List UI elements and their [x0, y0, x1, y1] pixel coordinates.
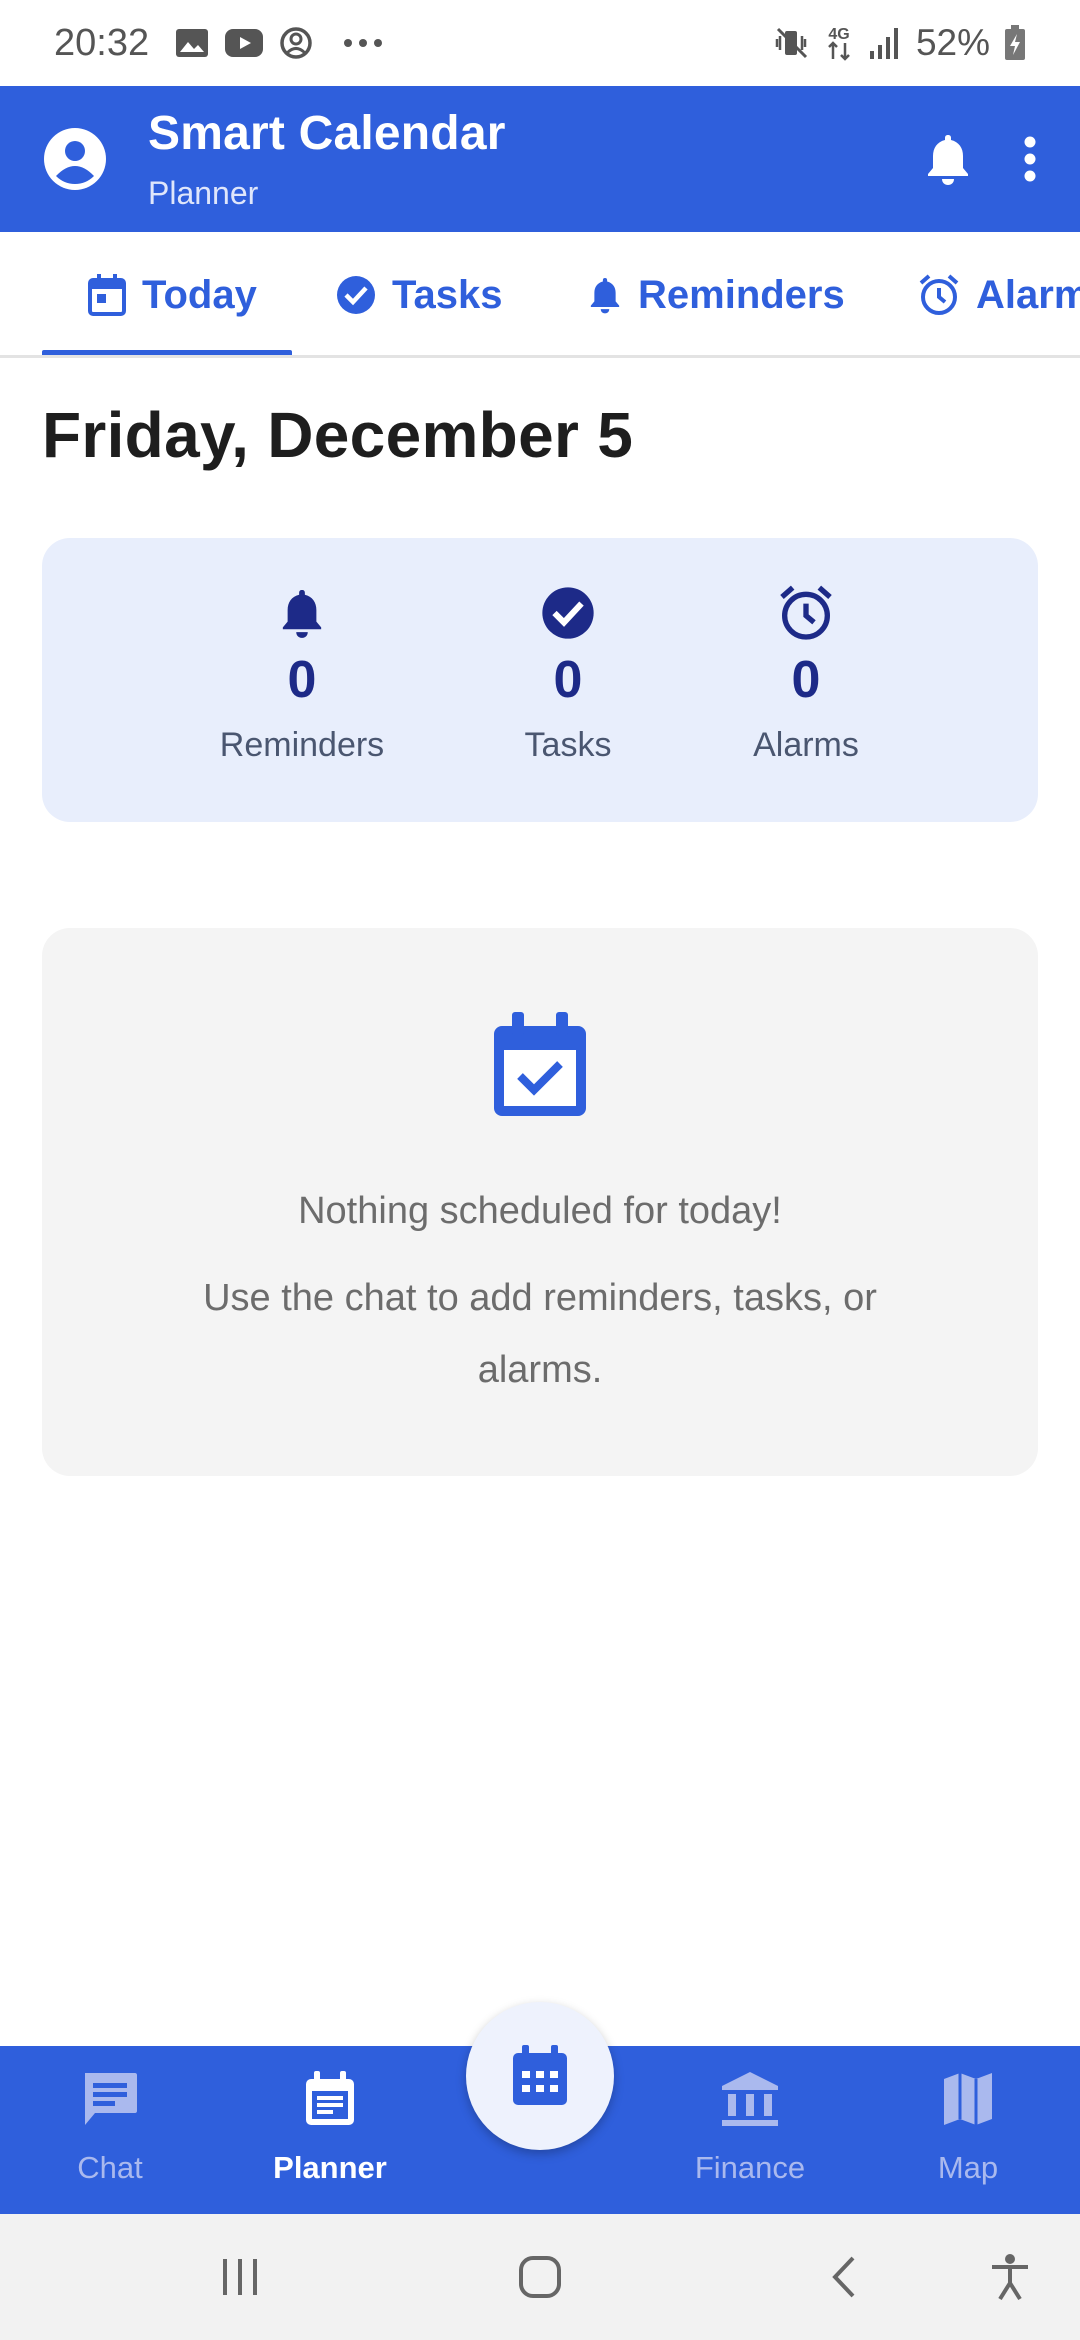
- stat-reminders: 0 Reminders: [172, 584, 432, 765]
- calendar-fab-button[interactable]: [466, 2002, 614, 2150]
- vibrate-mute-icon: [775, 27, 807, 59]
- reminders-label: Reminders: [219, 726, 385, 764]
- calendar-today-icon: [88, 274, 126, 316]
- tab-selected-indicator: [42, 350, 292, 355]
- date-heading: Friday, December 5: [42, 399, 634, 471]
- account-circle-icon: [280, 27, 312, 59]
- tab-alarms[interactable]: Alarms: [918, 232, 1080, 355]
- app-title: Smart Calendar: [148, 107, 506, 160]
- nav-label-chat: Chat: [77, 2150, 143, 2185]
- tasks-label: Tasks: [524, 726, 612, 764]
- status-left-icons: [175, 26, 383, 60]
- tab-reminders[interactable]: Reminders: [588, 232, 845, 355]
- status-right-icons: 4G 52%: [774, 22, 1026, 64]
- network-4g-icon: 4G: [828, 26, 850, 61]
- nav-label-finance: Finance: [694, 2150, 806, 2185]
- notifications-button[interactable]: [924, 132, 972, 186]
- tab-today-label: Today: [142, 272, 257, 317]
- stat-alarms: 0 Alarms: [676, 584, 936, 765]
- check-circle-icon: [337, 276, 375, 314]
- bank-icon: [722, 2072, 778, 2126]
- recent-apps-icon: [223, 2259, 257, 2295]
- nav-item-map[interactable]: Map: [868, 2046, 1068, 2214]
- battery-charging-icon: [1005, 25, 1025, 60]
- screen: 20:32 4G 52% Smart Calendar Planner Toda…: [0, 0, 1080, 2340]
- nav-item-finance[interactable]: Finance: [650, 2046, 850, 2214]
- alarm-clock-icon: [919, 274, 959, 315]
- tab-today[interactable]: Today: [88, 232, 257, 355]
- calendar-month-icon: [513, 2045, 567, 2105]
- youtube-icon: [225, 29, 264, 57]
- calendar-check-icon: [494, 1012, 586, 1116]
- nav-label-map: Map: [937, 2150, 999, 2185]
- chat-icon: [85, 2073, 137, 2125]
- empty-state-message: Use the chat to add reminders, tasks, or…: [203, 1277, 877, 1391]
- nav-item-planner[interactable]: Planner: [230, 2046, 430, 2214]
- map-icon: [944, 2073, 992, 2125]
- empty-state-title: Nothing scheduled for today!: [298, 1190, 782, 1232]
- tab-tasks-label: Tasks: [392, 272, 503, 317]
- account-avatar-icon[interactable]: [42, 126, 108, 192]
- app-bar: Smart Calendar Planner: [0, 86, 1080, 232]
- empty-state-card: Nothing scheduled for today! Use the cha…: [42, 928, 1038, 1476]
- tab-bar: Today Tasks Reminders Alarms: [0, 232, 1080, 358]
- reminders-count: 0: [287, 651, 317, 709]
- nav-item-chat[interactable]: Chat: [10, 2046, 210, 2214]
- tab-alarms-label: Alarms: [976, 272, 1080, 317]
- nav-label-planner: Planner: [273, 2150, 387, 2185]
- tab-reminders-label: Reminders: [638, 272, 845, 317]
- more-dots-icon: [344, 39, 383, 47]
- check-circle-icon: [542, 587, 594, 639]
- accessibility-icon: [992, 2254, 1028, 2301]
- alarm-clock-icon: [780, 585, 832, 640]
- app-titles: Smart Calendar Planner: [148, 106, 506, 212]
- home-button[interactable]: [510, 2214, 570, 2340]
- app-subtitle: Planner: [148, 175, 259, 211]
- status-bar: 20:32 4G 52%: [0, 0, 1080, 86]
- recent-apps-button[interactable]: [210, 2214, 270, 2340]
- home-icon: [519, 2256, 561, 2298]
- signal-icon: [869, 28, 898, 59]
- bell-icon: [928, 135, 968, 185]
- svg-text:4G: 4G: [828, 26, 849, 43]
- app-actions: [924, 132, 1038, 186]
- alarms-count: 0: [791, 651, 821, 709]
- battery-percentage: 52%: [915, 22, 990, 63]
- summary-card: 0 Reminders 0 Tasks 0 Alarms: [42, 538, 1038, 822]
- bell-icon: [282, 590, 322, 638]
- tasks-count: 0: [553, 651, 583, 709]
- tab-tasks[interactable]: Tasks: [336, 232, 503, 355]
- back-arrow-icon: [832, 2256, 855, 2298]
- planner-icon: [306, 2071, 354, 2125]
- more-vert-icon: [1024, 136, 1036, 182]
- stat-tasks: 0 Tasks: [438, 584, 698, 765]
- accessibility-button[interactable]: [980, 2214, 1040, 2340]
- bell-icon: [590, 278, 620, 314]
- back-button[interactable]: [814, 2214, 874, 2340]
- system-navigation-bar: [0, 2214, 1080, 2340]
- image-icon: [176, 29, 209, 57]
- alarms-label: Alarms: [753, 726, 859, 764]
- status-time: 20:32: [54, 21, 150, 64]
- overflow-menu-button[interactable]: [1022, 136, 1038, 182]
